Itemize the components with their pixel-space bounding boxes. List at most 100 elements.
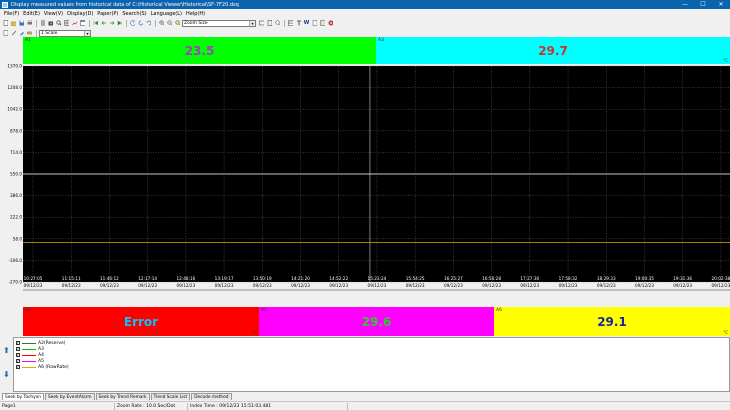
x-tick-date: 09/12/23 <box>711 283 730 288</box>
fit-width-icon[interactable] <box>258 20 265 27</box>
channel-unit: °C <box>252 330 257 335</box>
channel-legend-panel: ✓ A2(Reserve) ✓ A3 ✓ A4 ✓ A5 ✓ A6 (RawRa… <box>13 337 730 392</box>
arrow-up-icon[interactable]: ⬆ <box>3 346 10 355</box>
legend-swatch <box>22 348 36 350</box>
trend-chart[interactable]: 1370.0 1208.0 1042.0 878.0 714.0 550.0 386.0 22… <box>0 64 730 307</box>
document-icon[interactable] <box>311 20 318 27</box>
checkbox-icon[interactable]: ✓ <box>16 353 20 357</box>
clock-icon[interactable] <box>129 20 136 27</box>
x-tick-time: 12:17:14 <box>138 276 157 281</box>
grid-icon[interactable] <box>63 20 70 27</box>
scale-select[interactable]: 1 Scale ▾ <box>39 29 91 37</box>
chevron-down-icon: ▾ <box>249 20 255 26</box>
word-export-icon[interactable]: W <box>303 20 310 27</box>
x-tick-date: 09/12/23 <box>215 283 234 288</box>
reload-icon[interactable] <box>145 20 152 27</box>
window-icon[interactable] <box>79 20 86 27</box>
open-folder-icon[interactable] <box>10 20 17 27</box>
window-title: Display measured values from historical … <box>11 1 239 8</box>
text-marker-icon[interactable] <box>295 20 302 27</box>
y-tick-label: 58.0 <box>13 236 23 241</box>
toolbar-separator <box>36 29 37 37</box>
maximize-button[interactable]: ☐ <box>694 0 712 9</box>
new-icon[interactable] <box>2 20 9 27</box>
save-icon[interactable] <box>18 20 25 27</box>
x-tick-time: 16:25:27 <box>444 276 463 281</box>
table-icon[interactable] <box>287 20 294 27</box>
step-forward-icon[interactable] <box>108 20 115 27</box>
channel-tag: A6 <box>496 308 502 313</box>
refresh-icon[interactable] <box>137 20 144 27</box>
x-tick-date: 09/12/23 <box>368 283 387 288</box>
page-icon[interactable] <box>2 30 9 37</box>
menu-file[interactable]: File(F) <box>2 11 21 17</box>
y-tick-label: 1370.0 <box>7 64 22 69</box>
tab-seek-by-event-alarm[interactable]: Seek by EventAlarm <box>45 393 95 400</box>
search-icon[interactable] <box>55 20 62 27</box>
menu-language[interactable]: Language(L) <box>149 11 184 17</box>
fit-height-icon[interactable] <box>266 20 273 27</box>
channel-tile-a5[interactable]: A5 29.6 <box>259 307 494 336</box>
jump-end-icon[interactable] <box>116 20 123 27</box>
zoom-size-select[interactable]: Zoom Size ▾ <box>182 19 256 27</box>
legend-swatch <box>22 366 36 368</box>
x-tick-date: 09/12/23 <box>444 283 463 288</box>
x-tick-time: 11:46:12 <box>100 276 119 281</box>
chart-icon[interactable] <box>71 20 78 27</box>
jump-start-icon[interactable] <box>92 20 99 27</box>
edit-icon[interactable] <box>10 30 17 37</box>
x-tick-time: 14:21:20 <box>291 276 310 281</box>
channel-tile-a4[interactable]: A4 Error °C <box>23 307 259 336</box>
tab-seek-by-trend-remark[interactable]: Seek by Trend Remark <box>95 393 150 400</box>
status-index-time: Index Time : 09/12/23 15:51:03.481 <box>188 402 348 410</box>
step-back-icon[interactable] <box>100 20 107 27</box>
menu-bar: File(F) Edit(E) View(V) Display(D) Paper… <box>0 9 730 18</box>
channel-tag: A3 <box>378 38 384 43</box>
tab-seek-by-tachyon[interactable]: Seek by Tachyon <box>2 393 45 400</box>
channel-unit: °C <box>723 58 728 63</box>
channel-tile-a6[interactable]: A6 29.1 °C <box>494 307 730 336</box>
menu-view[interactable]: View(V) <box>42 11 65 17</box>
legend-label: A2(Reserve) <box>38 340 66 346</box>
checkbox-icon[interactable]: ✓ <box>16 365 20 369</box>
y-tick-label: -270.0 <box>9 280 23 285</box>
x-tick-date: 09/12/23 <box>406 283 425 288</box>
channel-unit: °C <box>723 330 728 335</box>
checkbox-icon[interactable]: ✓ <box>16 341 20 345</box>
legend-label: A6 (RawRate) <box>38 364 69 370</box>
x-tick-date: 09/12/23 <box>520 283 539 288</box>
arrow-down-icon[interactable]: ⬇ <box>3 370 10 379</box>
settings-icon[interactable] <box>319 20 326 27</box>
pen-icon[interactable] <box>18 30 25 37</box>
zoom-out-icon[interactable] <box>166 20 173 27</box>
historical-viewer-window: Display measured values from historical … <box>0 0 730 410</box>
zoom-reset-icon[interactable] <box>274 20 281 27</box>
tab-decode-method[interactable]: Decode method <box>191 393 232 400</box>
toolbar-separator <box>126 19 127 27</box>
x-tick-time: 17:58:32 <box>559 276 578 281</box>
channel-tile-a1[interactable]: A1 23.5 <box>23 37 376 64</box>
zoom-fit-icon[interactable] <box>174 20 181 27</box>
checkbox-icon[interactable]: ✓ <box>16 359 20 363</box>
print-icon[interactable] <box>26 20 33 27</box>
close-button[interactable]: ✕ <box>712 0 730 9</box>
menu-help[interactable]: Help(H) <box>184 11 207 17</box>
minimize-button[interactable]: — <box>676 0 694 9</box>
menu-edit[interactable]: Edit(E) <box>21 11 42 17</box>
trend-chart-area[interactable]: 1370.0 1208.0 1042.0 878.0 714.0 550.0 386.0 22… <box>0 64 730 307</box>
list-icon[interactable] <box>39 20 46 27</box>
zoom-in-icon[interactable] <box>158 20 165 27</box>
y-tick-label: 714.0 <box>10 150 22 155</box>
stop-icon[interactable] <box>327 20 334 27</box>
menu-paper[interactable]: Paper(P) <box>95 11 120 17</box>
legend-item[interactable]: ✓ A6 (RawRate) <box>14 364 729 370</box>
menu-display[interactable]: Display(D) <box>65 11 95 17</box>
channel-tile-a3[interactable]: A3 29.7 °C <box>376 37 730 64</box>
title-bar: Display measured values from historical … <box>0 0 730 9</box>
status-bar: Page1 Zoom Rate : 10.0 Sec/Dot Index Tim… <box>0 401 730 410</box>
camera-icon[interactable] <box>47 20 54 27</box>
menu-search[interactable]: Search(S) <box>120 11 148 17</box>
ruler-icon[interactable] <box>26 30 33 37</box>
checkbox-icon[interactable]: ✓ <box>16 347 20 351</box>
tab-trend-scale-list[interactable]: Trend Scale List <box>150 393 191 400</box>
